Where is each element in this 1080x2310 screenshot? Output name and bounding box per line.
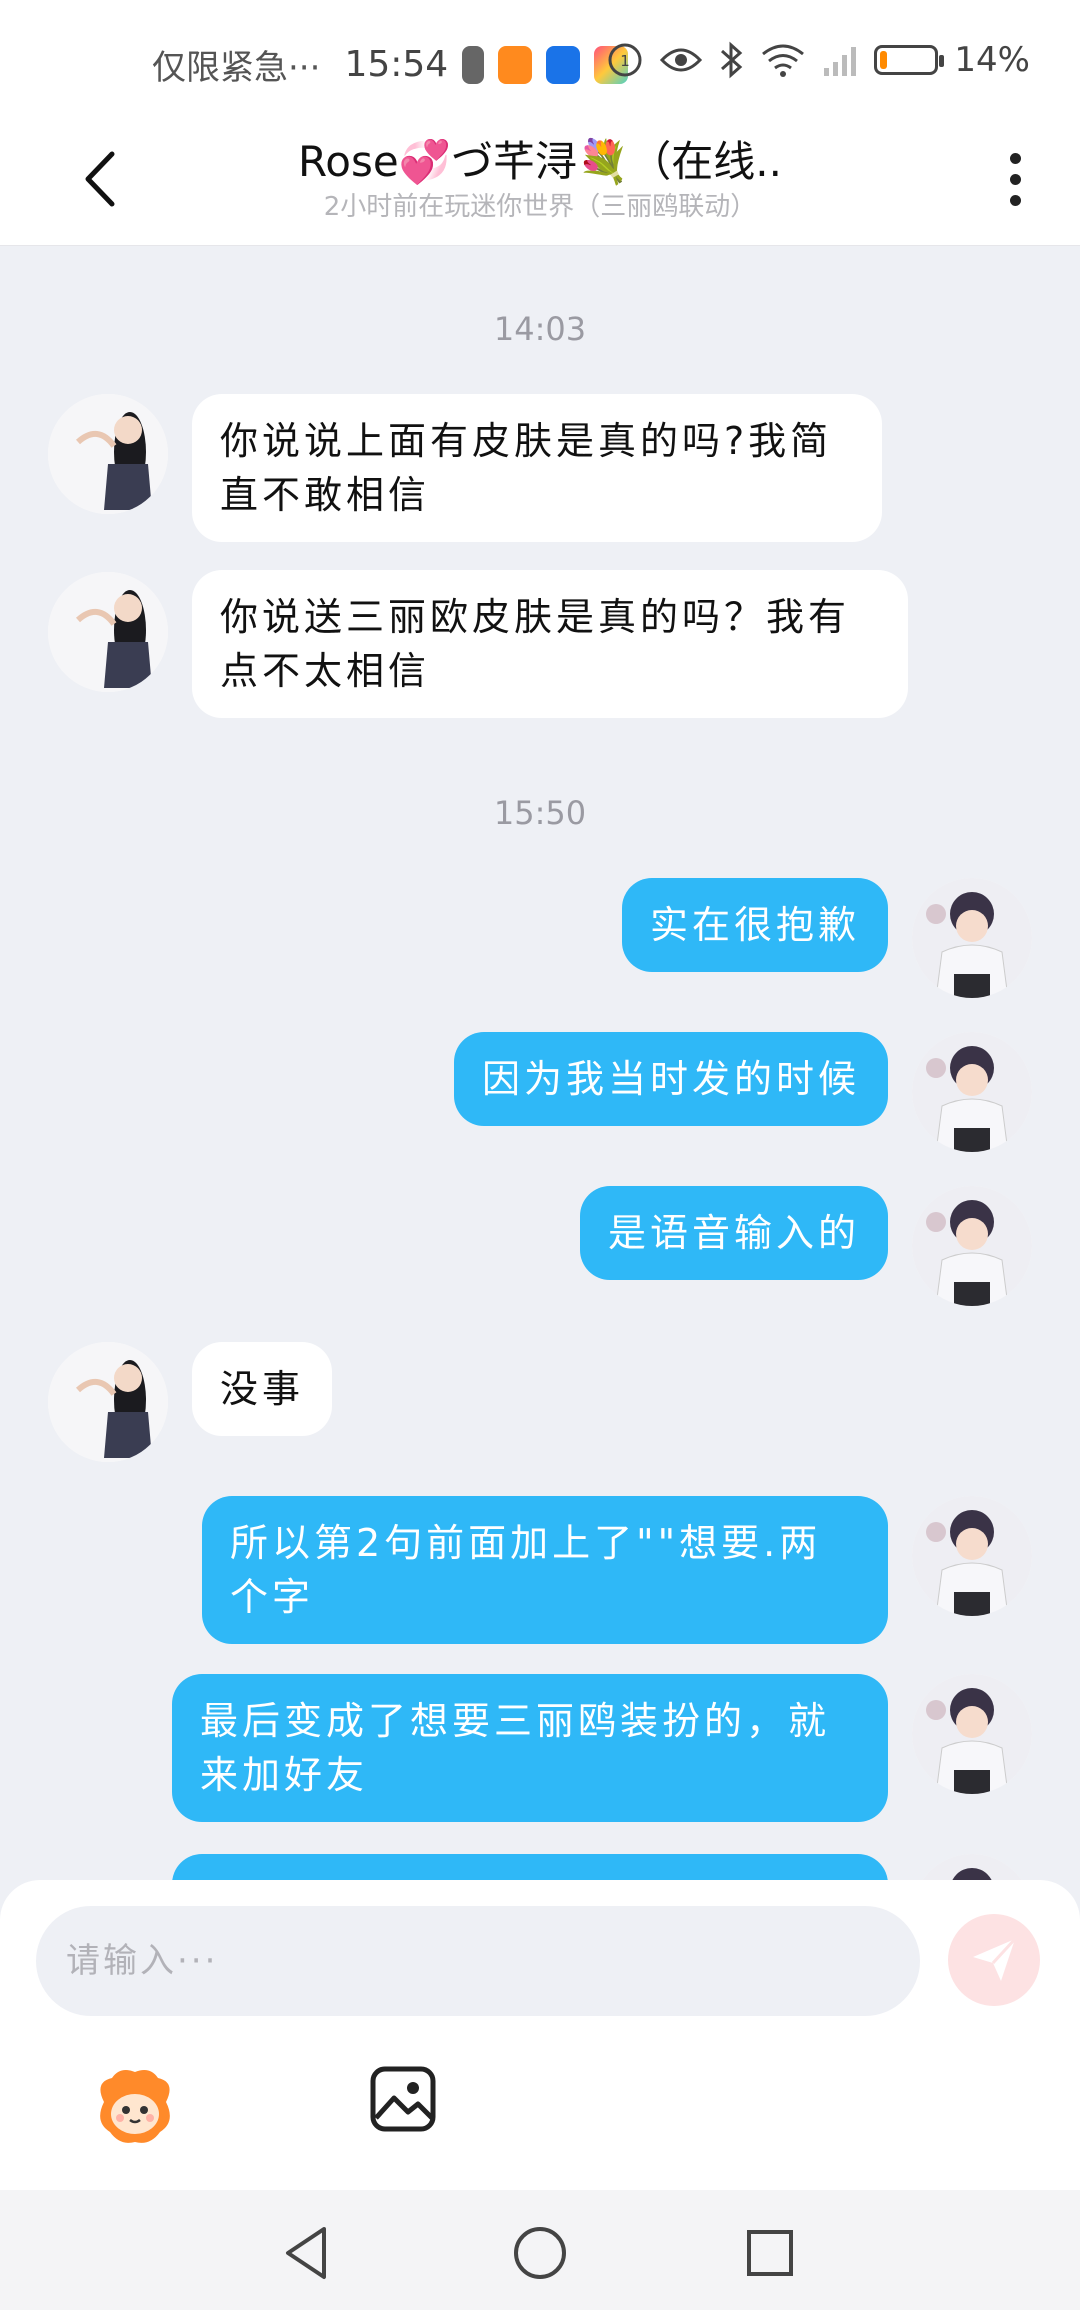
contact-avatar[interactable] — [48, 1342, 168, 1462]
contact-name: Rose💞づ芊浔💐（在线.. — [297, 137, 782, 186]
image-button[interactable] — [368, 2064, 438, 2134]
input-panel: 请输入··· — [0, 1880, 1080, 2190]
status-notice: 仅限紧急··· — [152, 48, 321, 88]
contact-status: 2小时前在玩迷你世界（三丽鸥联动） — [323, 192, 757, 222]
circle-home-icon — [514, 2227, 566, 2279]
sticker-button[interactable] — [90, 2062, 180, 2152]
my-avatar[interactable] — [912, 1854, 1032, 1880]
square-recent-icon — [747, 2230, 793, 2276]
message-bubble[interactable]: 是语音输入的 — [579, 1186, 888, 1280]
message-bubble[interactable]: 你说送三丽欧皮肤是真的吗？我有点不太相信 — [192, 570, 908, 718]
contact-avatar[interactable] — [48, 572, 168, 692]
sim-app-icon — [462, 45, 485, 84]
my-avatar[interactable] — [912, 878, 1032, 998]
message-bubble-partial[interactable] — [172, 1854, 888, 1880]
message-input[interactable]: 请输入··· — [36, 1906, 920, 2016]
eye-icon — [660, 48, 703, 72]
message-bubble[interactable]: 最后变成了想要三丽鸥装扮的，就来加好友 — [172, 1674, 888, 1822]
svg-text:1: 1 — [621, 52, 631, 70]
back-button[interactable] — [70, 144, 130, 214]
timestamp: 14:03 — [493, 310, 587, 348]
more-dot — [1009, 152, 1021, 164]
bluetooth-icon — [721, 41, 743, 79]
hd-icon: 1 — [608, 43, 642, 77]
battery-icon — [874, 45, 945, 75]
nav-recent-button[interactable] — [735, 2218, 805, 2288]
video-app-icon — [498, 45, 533, 84]
message-bubble[interactable]: 你说说上面有皮肤是真的吗?我简直不敢相信 — [192, 394, 882, 542]
nav-back-button[interactable] — [272, 2218, 342, 2288]
timestamp: 15:50 — [493, 794, 587, 832]
my-avatar[interactable] — [912, 1186, 1032, 1306]
send-button[interactable] — [948, 1914, 1040, 2006]
status-bar: 仅限紧急··· 15:54 1 14% — [0, 0, 1080, 120]
chat-header: Rose💞づ芊浔💐（在线.. 2小时前在玩迷你世界（三丽鸥联动） — [0, 120, 1080, 246]
more-dot — [1009, 173, 1021, 185]
battery-percentage: 14% — [954, 40, 1030, 80]
battery-level — [880, 51, 888, 69]
chat-area[interactable]: 14:03 你说说上面有皮肤是真的吗?我简直不敢相信 你说送三丽欧皮肤是真的吗？… — [0, 246, 1080, 1880]
more-dot — [1009, 194, 1021, 206]
bulb-app-icon — [546, 45, 581, 84]
my-avatar[interactable] — [912, 1674, 1032, 1794]
status-left: 仅限紧急··· 15:54 — [152, 40, 629, 89]
my-avatar[interactable] — [912, 1496, 1032, 1616]
message-bubble[interactable]: 因为我当时发的时候 — [453, 1032, 888, 1126]
system-nav-bar — [0, 2190, 1080, 2310]
triangle-back-icon — [286, 2227, 326, 2279]
wifi-icon — [762, 44, 805, 77]
signal-icon — [824, 47, 857, 76]
more-button[interactable] — [990, 144, 1040, 214]
message-bubble[interactable]: 实在很抱歉 — [621, 878, 888, 972]
nav-home-button[interactable] — [505, 2218, 575, 2288]
send-icon — [973, 1937, 1017, 1981]
status-time: 15:54 — [344, 44, 449, 85]
status-right: 1 14% — [606, 40, 1030, 80]
my-avatar[interactable] — [912, 1032, 1032, 1152]
image-icon — [370, 2066, 436, 2132]
chevron-left-icon — [85, 151, 115, 207]
mascot-sticker-icon — [100, 2070, 170, 2143]
message-bubble[interactable]: 没事 — [192, 1342, 333, 1436]
message-bubble[interactable]: 所以第2句前面加上了""想要.两个字 — [202, 1496, 888, 1644]
contact-avatar[interactable] — [48, 394, 168, 514]
